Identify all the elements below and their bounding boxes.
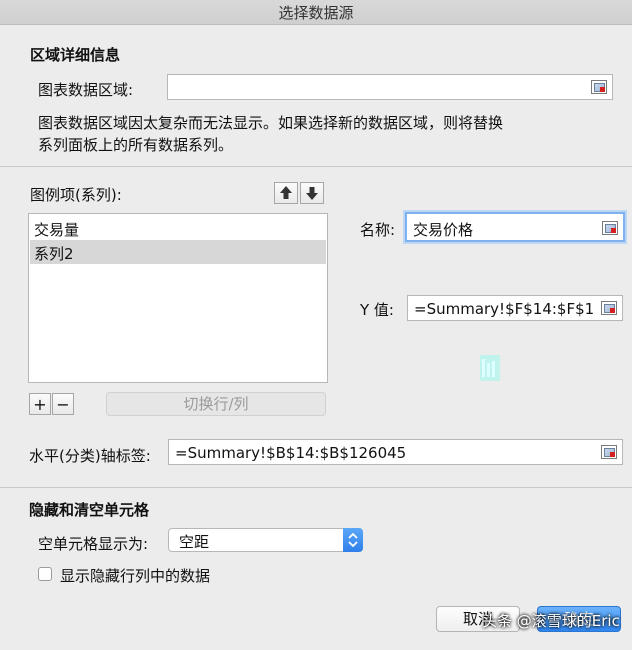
series-name-label: 名称: [360,221,396,239]
arrow-down-icon [306,187,318,200]
arrow-up-icon [280,186,292,199]
add-series-button[interactable]: + [29,393,51,415]
series-list[interactable]: 交易量 系列2 [28,213,328,383]
range-message-line1: 图表数据区域因太复杂而无法显示。如果选择新的数据区域，则将替换 [38,114,504,132]
show-hidden-label: 显示隐藏行列中的数据 [60,567,211,585]
range-section-title: 区域详细信息 [30,46,121,64]
chart-data-range-input[interactable] [167,74,613,100]
range-select-icon[interactable] [602,221,618,235]
minus-icon: − [56,395,70,414]
empty-cells-label: 空单元格显示为: [38,535,149,553]
chart-preview-icon [480,355,500,381]
show-hidden-checkbox[interactable] [38,567,52,581]
switch-row-column-button[interactable]: 切换行/列 [106,392,326,416]
series-list-item[interactable]: 交易量 [30,216,326,240]
chevron-updown-icon [343,528,363,552]
move-down-button[interactable] [300,182,324,204]
y-values-input[interactable]: =Summary!$F$14:$F$12 [407,295,623,321]
divider [0,166,632,167]
series-item-label: 系列2 [34,245,74,263]
category-axis-input[interactable]: =Summary!$B$14:$B$126045 [168,439,623,465]
move-up-button[interactable] [274,182,298,204]
series-name-input[interactable]: 交易价格 [405,212,625,242]
category-axis-label: 水平(分类)轴标签: [29,447,151,465]
category-axis-value: =Summary!$B$14:$B$126045 [175,444,407,462]
series-list-item-selected[interactable]: 系列2 [30,240,326,264]
remove-series-button[interactable]: − [52,393,74,415]
range-select-icon[interactable] [591,80,607,94]
empty-cells-value: 空距 [179,533,210,551]
range-message-line2: 系列面板上的所有数据系列。 [38,136,234,154]
y-values-value: =Summary!$F$14:$F$12 [414,300,594,318]
range-select-icon[interactable] [601,301,617,315]
chart-data-range-label: 图表数据区域: [38,81,134,99]
range-select-icon[interactable] [601,445,617,459]
y-values-label: Y 值: [360,301,394,319]
watermark: 头条 @滚雪球的Eric [482,612,620,630]
series-name-value: 交易价格 [413,221,474,239]
series-item-label: 交易量 [34,221,80,239]
legend-entries-label: 图例项(系列): [30,186,122,204]
title-bar[interactable]: 选择数据源 [0,0,632,25]
divider [0,487,632,488]
hidden-empty-section-title: 隐藏和清空单元格 [29,501,150,519]
plus-icon: + [33,395,47,414]
window-title: 选择数据源 [278,4,354,22]
empty-cells-select[interactable]: 空距 [168,528,363,552]
